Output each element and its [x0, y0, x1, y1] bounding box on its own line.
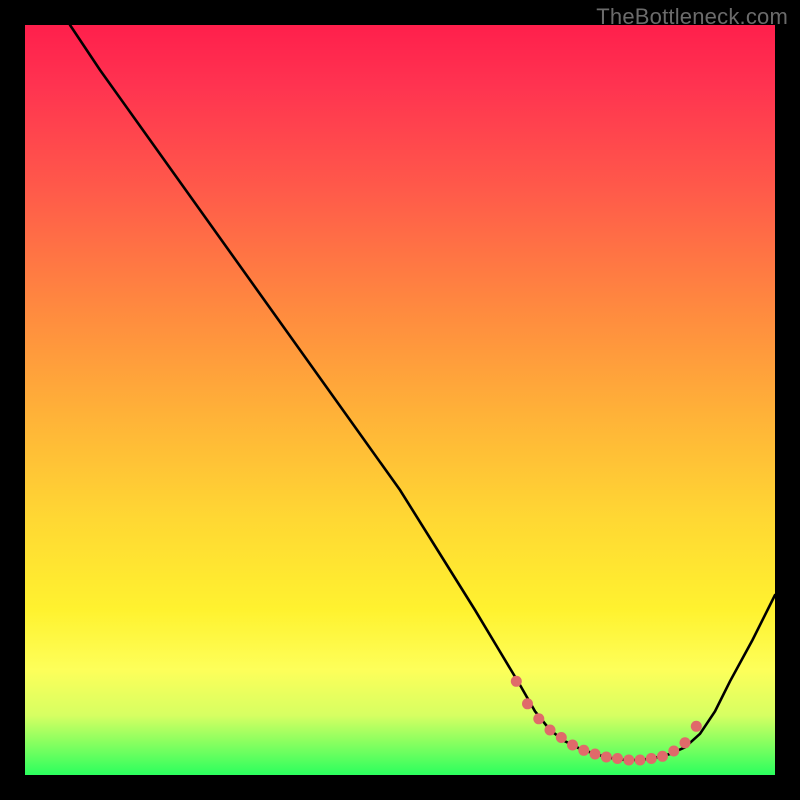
- marker-dot: [680, 737, 691, 748]
- marker-dot: [646, 753, 657, 764]
- marker-dot: [623, 755, 634, 766]
- marker-dot: [635, 755, 646, 766]
- marker-dot: [668, 746, 679, 757]
- marker-dot: [601, 752, 612, 763]
- curve-layer: [25, 25, 775, 775]
- optimal-zone-markers: [511, 676, 702, 766]
- watermark-text: TheBottleneck.com: [596, 4, 788, 30]
- marker-dot: [590, 749, 601, 760]
- marker-dot: [612, 753, 623, 764]
- marker-dot: [657, 751, 668, 762]
- marker-dot: [691, 721, 702, 732]
- marker-dot: [578, 745, 589, 756]
- marker-dot: [545, 725, 556, 736]
- marker-dot: [522, 698, 533, 709]
- bottleneck-curve: [70, 25, 775, 760]
- marker-dot: [567, 740, 578, 751]
- chart-frame: TheBottleneck.com: [0, 0, 800, 800]
- marker-dot: [556, 732, 567, 743]
- marker-dot: [511, 676, 522, 687]
- marker-dot: [533, 713, 544, 724]
- plot-area: [25, 25, 775, 775]
